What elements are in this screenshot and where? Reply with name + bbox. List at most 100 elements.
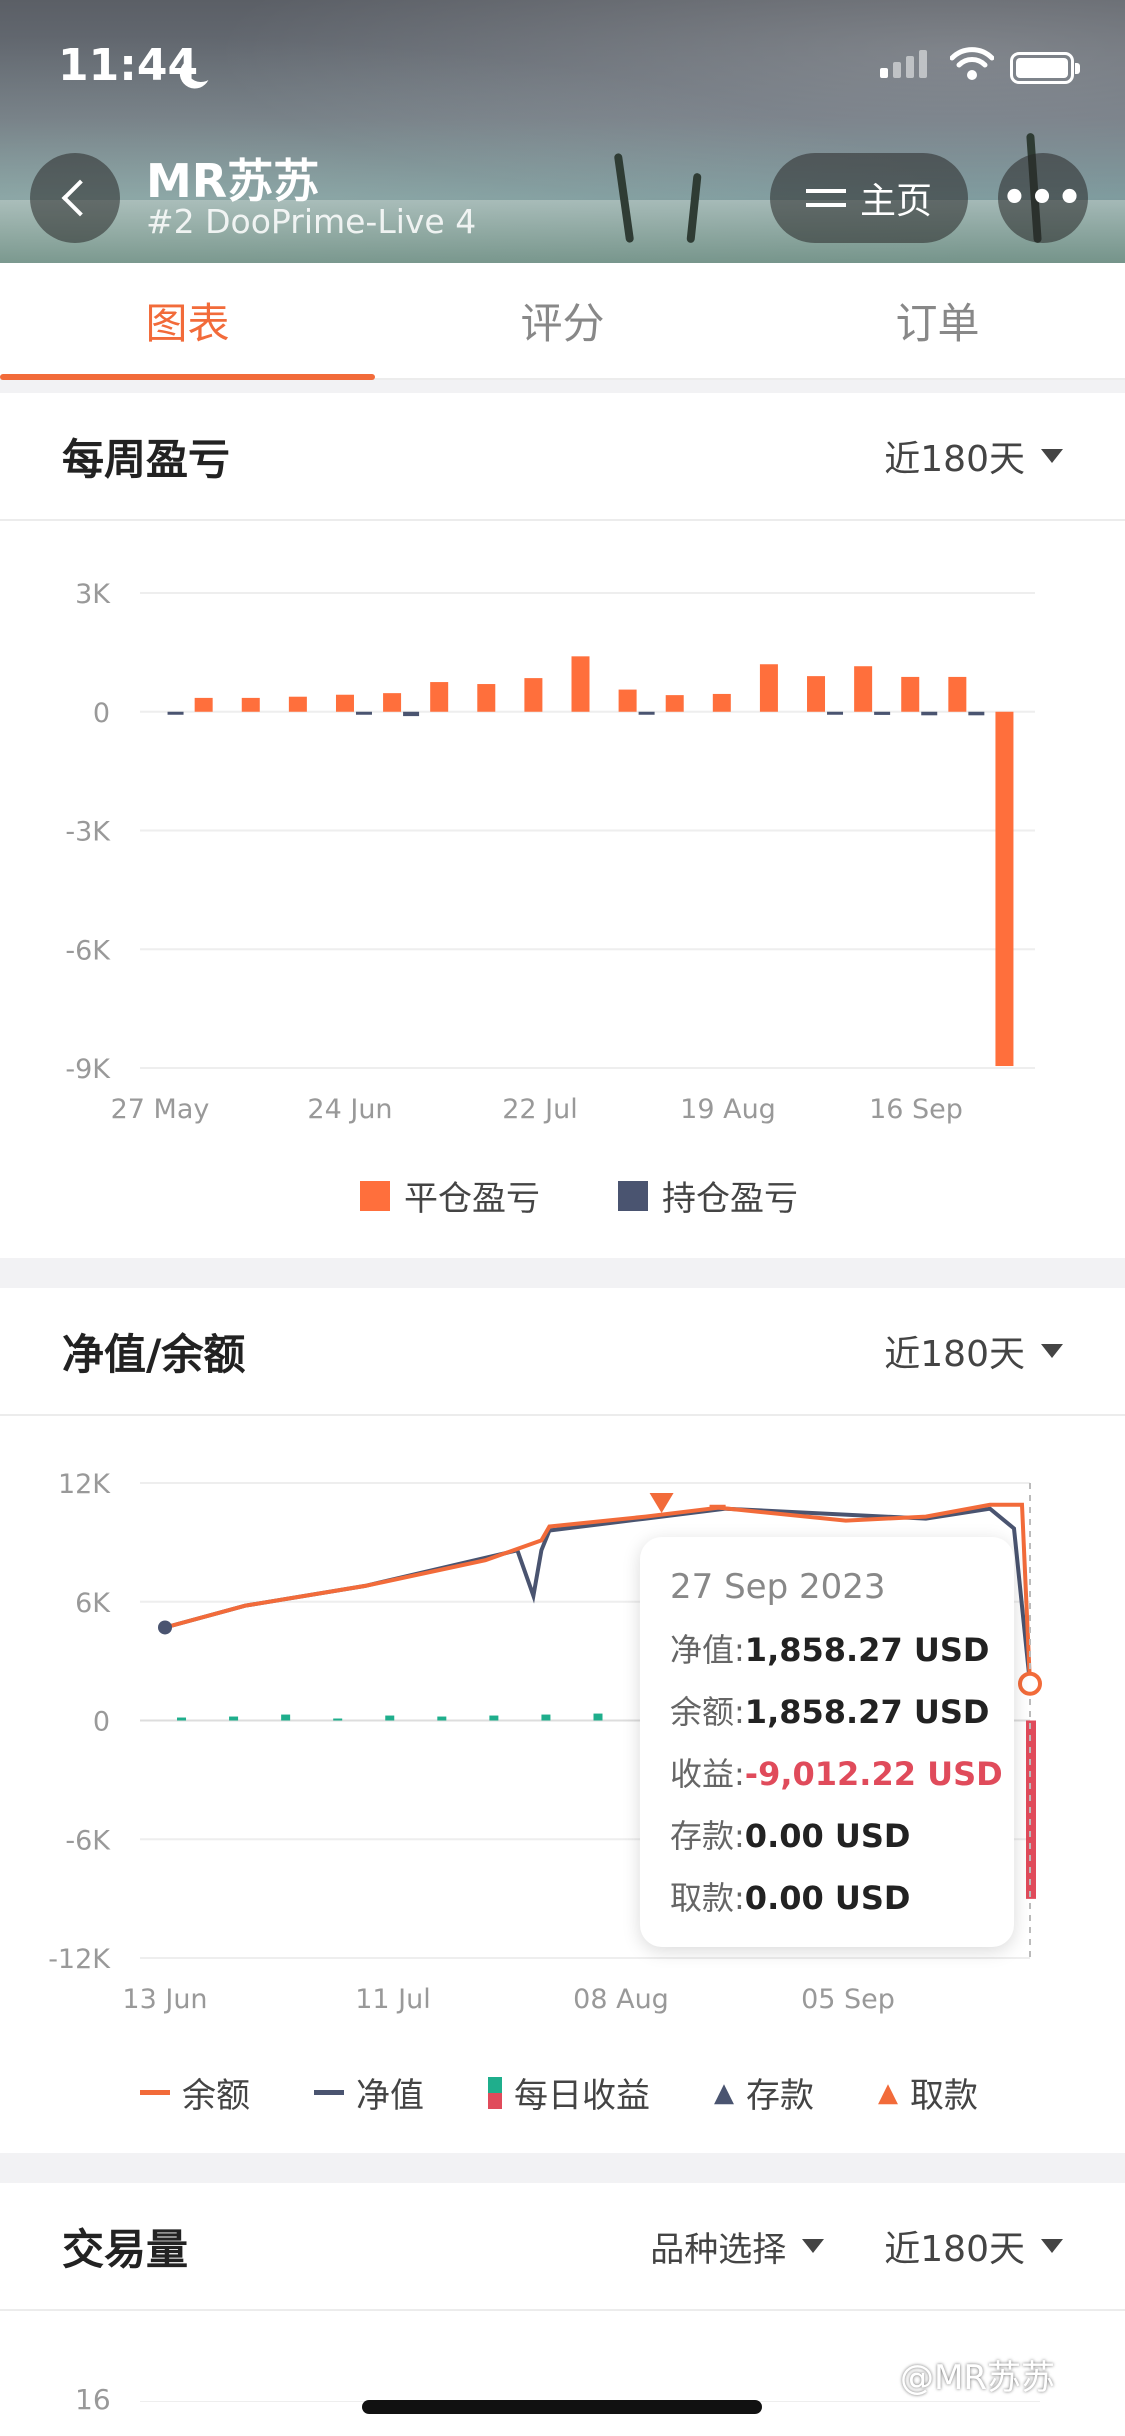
open-pl-bar xyxy=(874,711,891,715)
status-time: 11:44 xyxy=(58,40,199,91)
cellular-signal-icon xyxy=(880,50,927,78)
tab-score[interactable]: 评分 xyxy=(375,263,750,378)
open-pl-bar xyxy=(827,711,844,715)
caret-down-icon xyxy=(802,2239,825,2253)
x-tick-label: 24 Jun xyxy=(307,1094,392,1125)
daily-profit-swatch xyxy=(488,2076,502,2109)
tab-bar: 图表 评分 订单 xyxy=(0,263,1125,380)
closed-pl-bar xyxy=(524,678,543,712)
tooltip-equity-row: 净值:1,858.27 USD xyxy=(670,1625,1014,1671)
open-pl-bar xyxy=(921,711,938,716)
y-tick-label: 3K xyxy=(75,579,111,610)
weekly-pl-chart: 3K 0 -3K -6K -9K27 May 24 Jun 22 Jul 19 Aug 16 S… xyxy=(65,579,1035,1125)
closed-pl-bar xyxy=(383,693,402,712)
y-tick-label: 12K xyxy=(58,1469,111,1500)
y-tick-label: 0 xyxy=(93,1707,110,1738)
swap-icon xyxy=(805,183,846,213)
tooltip-equity-label: 净值: xyxy=(670,1631,745,1669)
x-tick-label: 27 May xyxy=(111,1094,210,1125)
closed-pl-bar xyxy=(759,664,778,712)
card-title: 交易量 xyxy=(62,2224,189,2274)
tooltip-deposit-label: 存款: xyxy=(670,1817,745,1855)
more-button[interactable]: ••• xyxy=(998,153,1088,243)
tooltip-equity-value: 1,858.27 USD xyxy=(744,1631,990,1669)
legend-equity-label: 净值 xyxy=(356,2076,424,2116)
watermark: @MR苏苏 xyxy=(900,2358,1055,2398)
withdraw-triangle-icon: ▲ xyxy=(878,2077,898,2108)
y-tick-label: -12K xyxy=(48,1944,111,1975)
more-icon: ••• xyxy=(1001,175,1085,221)
daily-profit-bar xyxy=(541,1714,551,1721)
x-tick-label: 05 Sep xyxy=(801,1984,895,2015)
tooltip-deposit-value: 0.00 USD xyxy=(744,1817,911,1855)
closed-pl-bar xyxy=(335,694,354,712)
open-pl-bar xyxy=(968,711,985,716)
card-title: 净值/余额 xyxy=(62,1329,246,1379)
closed-pl-bar xyxy=(854,666,873,712)
closed-pl-bar xyxy=(995,711,1014,1067)
x-tick-label: 16 Sep xyxy=(869,1094,963,1125)
legend-closed-label: 平仓盈亏 xyxy=(404,1179,540,1219)
card-title: 每周盈亏 xyxy=(62,434,231,484)
tooltip-profit-value: -9,012.22 USD xyxy=(744,1755,1003,1793)
open-pl-bar xyxy=(167,711,184,715)
daily-profit-bar xyxy=(437,1716,447,1721)
deposit-triangle-icon: ▲ xyxy=(714,2077,734,2108)
y-tick-label: 0 xyxy=(93,698,110,729)
y-tick-label: 6K xyxy=(75,1588,111,1619)
open-pl-bar xyxy=(638,711,655,715)
x-tick-label: 08 Aug xyxy=(573,1984,669,2015)
weekly-pl-header: 每周盈亏 近180天 xyxy=(0,393,1125,521)
battery-icon xyxy=(1010,52,1080,84)
closed-pl-bar xyxy=(288,696,307,712)
range-label: 近180天 xyxy=(884,2229,1025,2270)
daily-profit-bar xyxy=(229,1716,239,1721)
symbol-selector[interactable]: 品种选择 xyxy=(650,2222,825,2271)
legend-withdraw-label: 取款 xyxy=(910,2076,978,2116)
closed-pl-bar xyxy=(807,676,826,712)
tooltip-withdraw-row: 取款:0.00 USD xyxy=(670,1873,1014,1919)
closed-pl-bar xyxy=(571,656,590,712)
y-tick-label: -9K xyxy=(65,1054,111,1085)
equity-balance-header: 净值/余额 近180天 xyxy=(0,1288,1125,1416)
back-button[interactable] xyxy=(30,153,120,243)
x-tick-label: 19 Aug xyxy=(680,1094,776,1125)
range-selector[interactable]: 近180天 xyxy=(884,1325,1063,1377)
chart-tooltip: 27 Sep 2023 净值:1,858.27 USD 余额:1,858.27 … xyxy=(640,1537,1014,1947)
caret-down-icon xyxy=(1041,2239,1063,2253)
tab-orders[interactable]: 订单 xyxy=(750,263,1125,378)
closed-pl-bar xyxy=(948,676,967,712)
equity-legend: 余额 净值 每日收益 ▲ 存款 ▲ 取款 xyxy=(140,2068,978,2117)
closed-pl-bar xyxy=(665,695,684,712)
tooltip-balance-value: 1,858.27 USD xyxy=(744,1693,990,1731)
closed-pl-bar xyxy=(712,693,731,712)
home-button[interactable]: 主页 xyxy=(770,153,968,243)
y-tick-label: -6K xyxy=(65,935,111,966)
symbol-select-label: 品种选择 xyxy=(650,2229,787,2270)
volume-y-tick: 16 xyxy=(75,2383,111,2416)
daily-profit-bar xyxy=(385,1715,395,1721)
y-tick-label: -3K xyxy=(65,817,111,848)
tab-chart[interactable]: 图表 xyxy=(0,263,375,380)
closed-pl-bar xyxy=(430,682,449,712)
legend-open-label: 持仓盈亏 xyxy=(662,1179,798,1219)
caret-down-icon xyxy=(1041,449,1063,463)
open-pl-swatch xyxy=(618,1180,648,1211)
tooltip-deposit-row: 存款:0.00 USD xyxy=(670,1811,1014,1857)
range-selector[interactable]: 近180天 xyxy=(884,430,1063,482)
daily-profit-bar xyxy=(177,1717,187,1721)
legend-balance-label: 余额 xyxy=(182,2076,250,2116)
closed-pl-bar xyxy=(194,697,213,712)
home-indicator[interactable] xyxy=(362,2400,762,2414)
tooltip-withdraw-value: 0.00 USD xyxy=(744,1879,911,1917)
tooltip-withdraw-label: 取款: xyxy=(670,1879,745,1917)
x-tick-label: 13 Jun xyxy=(122,1984,207,2015)
range-selector[interactable]: 近180天 xyxy=(884,2220,1063,2272)
closed-pl-bar xyxy=(618,689,637,712)
closed-pl-bar xyxy=(241,697,260,712)
legend-deposit-label: 存款 xyxy=(746,2076,814,2116)
daily-profit-bar xyxy=(489,1715,499,1721)
equity-start-point xyxy=(158,1620,172,1635)
balance-line-swatch xyxy=(140,2090,170,2095)
wifi-icon xyxy=(950,47,994,80)
